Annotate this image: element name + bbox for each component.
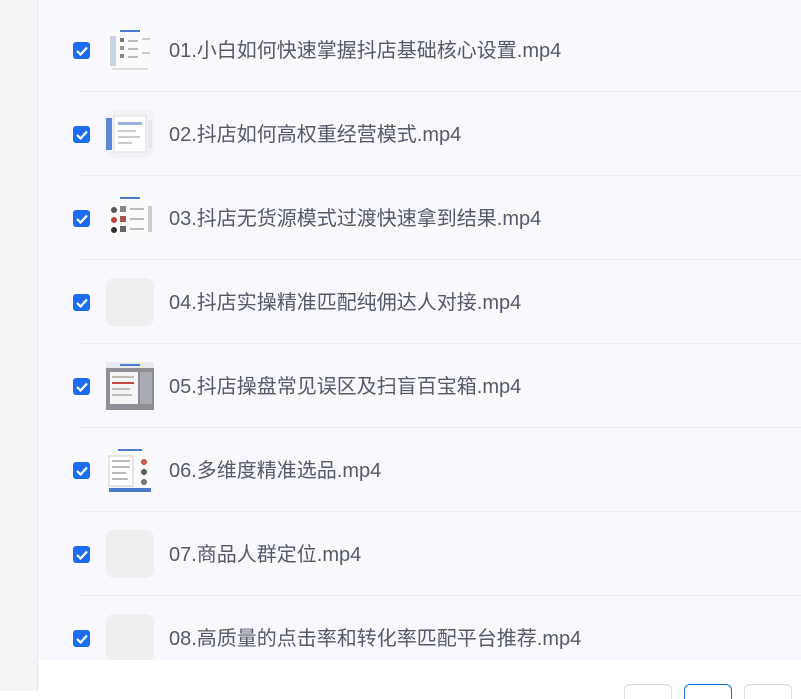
video-thumbnail[interactable] — [106, 446, 154, 494]
file-name[interactable]: 05.抖店操盘常见误区及扫盲百宝箱.mp4 — [169, 375, 521, 399]
checkbox[interactable] — [73, 546, 90, 563]
file-name[interactable]: 07.商品人群定位.mp4 — [169, 543, 361, 567]
checkbox[interactable] — [73, 630, 90, 647]
file-name[interactable]: 08.高质量的点击率和转化率匹配平台推荐.mp4 — [169, 627, 581, 651]
doc-thumb-e-icon — [106, 446, 154, 494]
doc-thumb-d-icon — [106, 362, 154, 410]
current-page-button[interactable] — [684, 684, 732, 699]
video-thumbnail[interactable] — [106, 362, 154, 410]
file-name[interactable]: 04.抖店实操精准匹配纯佣达人对接.mp4 — [169, 291, 521, 315]
video-thumbnail-placeholder[interactable] — [106, 530, 154, 578]
checkmark-icon — [75, 466, 88, 476]
checkbox[interactable] — [73, 294, 90, 311]
checkmark-icon — [75, 46, 88, 56]
file-row[interactable]: 04.抖店实操精准匹配纯佣达人对接.mp4 — [38, 260, 801, 344]
doc-thumb-a-icon — [106, 26, 154, 74]
checkmark-icon — [75, 214, 88, 224]
checkmark-icon — [75, 382, 88, 392]
video-thumbnail-placeholder[interactable] — [106, 278, 154, 326]
doc-thumb-b-icon — [106, 110, 154, 158]
checkmark-icon — [75, 298, 88, 308]
file-row[interactable]: 02.抖店如何高权重经营模式.mp4 — [38, 92, 801, 176]
checkmark-icon — [75, 634, 88, 644]
checkbox[interactable] — [73, 210, 90, 227]
file-name[interactable]: 02.抖店如何高权重经营模式.mp4 — [169, 123, 461, 147]
checkbox[interactable] — [73, 462, 90, 479]
doc-thumb-c-icon — [106, 194, 154, 242]
video-thumbnail[interactable] — [106, 26, 154, 74]
video-thumbnail[interactable] — [106, 194, 154, 242]
video-thumbnail[interactable] — [106, 110, 154, 158]
file-row[interactable]: 05.抖店操盘常见误区及扫盲百宝箱.mp4 — [38, 344, 801, 428]
file-row[interactable]: 06.多维度精准选品.mp4 — [38, 428, 801, 512]
file-row[interactable]: 08.高质量的点击率和转化率匹配平台推荐.mp4 — [38, 596, 801, 660]
file-list-panel[interactable]: 01.小白如何快速掌握抖店基础核心设置.mp4 02.抖店如何高权重经营模式.m… — [38, 0, 801, 660]
next-page-button[interactable] — [744, 684, 792, 699]
file-name[interactable]: 01.小白如何快速掌握抖店基础核心设置.mp4 — [169, 39, 561, 63]
checkbox[interactable] — [73, 42, 90, 59]
file-row[interactable]: 01.小白如何快速掌握抖店基础核心设置.mp4 — [38, 8, 801, 92]
prev-page-button[interactable] — [624, 684, 672, 699]
left-rail — [0, 0, 38, 691]
file-row[interactable]: 03.抖店无货源模式过渡快速拿到结果.mp4 — [38, 176, 801, 260]
checkbox[interactable] — [73, 126, 90, 143]
file-name[interactable]: 06.多维度精准选品.mp4 — [169, 459, 381, 483]
file-name[interactable]: 03.抖店无货源模式过渡快速拿到结果.mp4 — [169, 207, 541, 231]
checkmark-icon — [75, 550, 88, 560]
pagination-bar — [38, 660, 801, 699]
checkbox[interactable] — [73, 378, 90, 395]
video-thumbnail-placeholder[interactable] — [106, 614, 154, 660]
checkmark-icon — [75, 130, 88, 140]
file-row[interactable]: 07.商品人群定位.mp4 — [38, 512, 801, 596]
